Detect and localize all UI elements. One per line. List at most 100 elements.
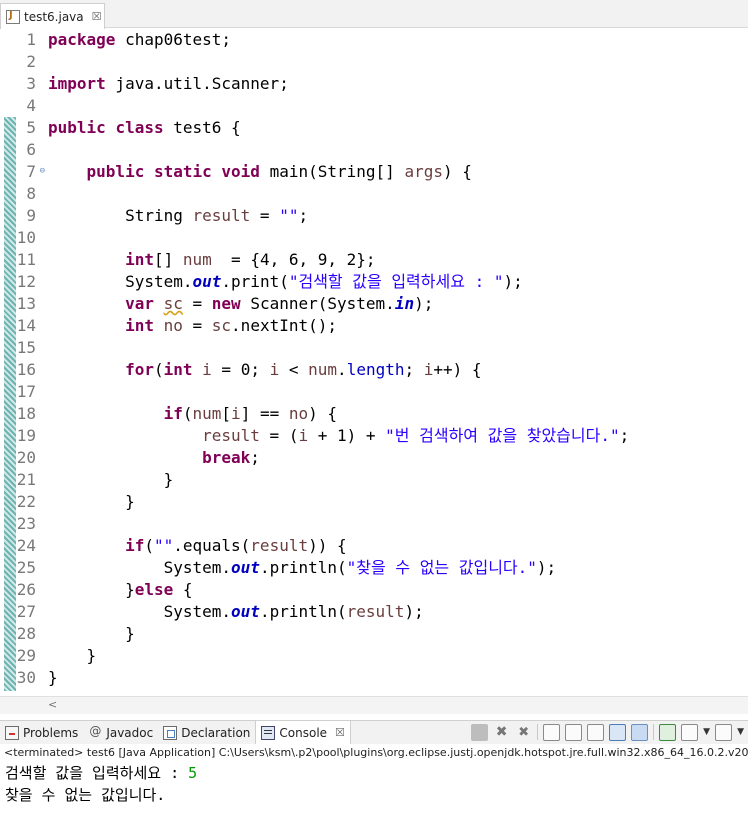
code-text[interactable] [36, 183, 48, 205]
tab-console[interactable]: Console ☒ [255, 720, 351, 745]
code-text[interactable] [36, 381, 48, 403]
chevron-down-icon[interactable]: ▼ [703, 727, 710, 737]
chevron-down-icon[interactable]: ▼ [737, 727, 744, 737]
code-text[interactable]: public class test6 { [36, 117, 241, 139]
remove-all-terminated-icon[interactable]: ✖ [515, 724, 532, 741]
code-line[interactable]: 22 } [0, 491, 629, 513]
code-text[interactable]: } [36, 623, 135, 645]
code-line[interactable]: 17 [0, 381, 629, 403]
code-text[interactable] [36, 337, 48, 359]
code-token: chap06test; [115, 30, 232, 49]
code-line[interactable]: 14 int no = sc.nextInt(); [0, 315, 629, 337]
code-line[interactable]: 24 if("".equals(result)) { [0, 535, 629, 557]
show-console-on-error-icon[interactable] [631, 723, 649, 741]
word-wrap-icon[interactable] [587, 723, 605, 741]
code-line[interactable]: 16 for(int i = 0; i < num.length; i++) { [0, 359, 629, 381]
code-text[interactable]: package chap06test; [36, 29, 231, 51]
code-line[interactable]: 9 String result = ""; [0, 205, 629, 227]
code-line[interactable]: 21 } [0, 469, 629, 491]
code-text[interactable]: public static void main(String[] args) { [36, 161, 472, 183]
code-line[interactable]: 13 var sc = new Scanner(System.in); [0, 293, 629, 315]
code-text[interactable]: for(int i = 0; i < num.length; i++) { [36, 359, 482, 381]
line-number: 25 [16, 558, 36, 577]
code-text[interactable]: } [36, 469, 174, 491]
code-text[interactable] [36, 51, 48, 73]
code-text[interactable]: if(num[i] == no) { [36, 403, 337, 425]
code-line[interactable]: 12 System.out.print("검색할 값을 입력하세요 : "); [0, 271, 629, 293]
pin-console-icon[interactable] [659, 723, 677, 741]
code-line[interactable]: 25 System.out.println("찾을 수 없는 값입니다."); [0, 557, 629, 579]
code-text[interactable]: var sc = new Scanner(System.in); [36, 293, 433, 315]
terminate-icon[interactable] [471, 723, 489, 741]
line-number: 8 [26, 184, 36, 203]
horizontal-scrollbar[interactable]: < [0, 696, 748, 714]
code-lines[interactable]: 1 package chap06test; 2 3 import java.util… [0, 29, 630, 689]
code-text[interactable] [36, 95, 48, 117]
code-text[interactable]: import java.util.Scanner; [36, 73, 289, 95]
code-line[interactable]: 11 int[] num = {4, 6, 9, 2}; [0, 249, 629, 271]
code-token: = ( [259, 426, 299, 445]
code-line[interactable]: 1 package chap06test; [0, 29, 629, 51]
code-text[interactable]: System.out.println("찾을 수 없는 값입니다."); [36, 557, 557, 579]
code-line[interactable]: 4 [0, 95, 629, 117]
code-line[interactable]: 26 }else { [0, 579, 629, 601]
code-text[interactable]: } [36, 667, 58, 689]
code-token: else [134, 580, 174, 599]
close-icon[interactable]: ☒ [92, 10, 102, 23]
code-line[interactable]: 2 [0, 51, 629, 73]
code-editor[interactable]: 1 package chap06test; 2 3 import java.util… [0, 29, 748, 696]
code-text[interactable] [36, 139, 48, 161]
scroll-left-icon[interactable]: < [48, 698, 57, 711]
close-icon[interactable]: ☒ [335, 726, 345, 739]
code-line[interactable]: 7 ⊖ public static void main(String[] args… [0, 161, 629, 183]
code-text[interactable]: System.out.print("검색할 값을 입력하세요 : "); [36, 271, 523, 293]
code-text[interactable]: } [36, 491, 135, 513]
console-output[interactable]: 검색할 값을 입력하세요 : 5 찾을 수 없는 값입니다. [0, 762, 748, 806]
code-line[interactable]: 3 import java.util.Scanner; [0, 73, 629, 95]
code-token: result [202, 426, 260, 445]
tab-declaration[interactable]: Declaration [158, 721, 255, 745]
code-line[interactable]: 19 result = (i + 1) + "번 검색하여 값을 찾았습니다."… [0, 425, 630, 447]
display-selected-console-icon[interactable] [681, 723, 699, 741]
code-text[interactable]: String result = ""; [36, 205, 308, 227]
code-line[interactable]: 27 System.out.println(result); [0, 601, 629, 623]
code-line[interactable]: 5 public class test6 { [0, 117, 629, 139]
open-console-icon[interactable] [715, 723, 733, 741]
code-token: } [48, 492, 135, 511]
code-line[interactable]: 10 [0, 227, 629, 249]
tab-javadoc[interactable]: Javadoc [83, 721, 158, 745]
tab-problems[interactable]: Problems [0, 721, 83, 745]
line-number: 5 [26, 118, 36, 137]
line-number: 26 [16, 580, 36, 599]
code-text[interactable] [36, 227, 48, 249]
code-text[interactable]: int no = sc.nextInt(); [36, 315, 337, 337]
code-line[interactable]: 20 break; [0, 447, 629, 469]
code-text[interactable]: int[] num = {4, 6, 9, 2}; [36, 249, 375, 271]
code-line[interactable]: 6 [0, 139, 629, 161]
code-text[interactable]: break; [36, 447, 260, 469]
code-token: i [231, 404, 241, 423]
scroll-lock-icon[interactable] [565, 723, 583, 741]
remove-launch-icon[interactable]: ✖ [493, 724, 510, 741]
clear-console-icon[interactable] [543, 723, 561, 741]
code-token: i [423, 360, 434, 379]
code-line[interactable]: 15 [0, 337, 629, 359]
code-line[interactable]: 29 } [0, 645, 629, 667]
code-line[interactable]: 30} [0, 667, 629, 689]
code-line[interactable]: 8 [0, 183, 629, 205]
code-token: package [48, 30, 116, 49]
code-text[interactable]: if("".equals(result)) { [36, 535, 347, 557]
code-line[interactable]: 28 } [0, 623, 629, 645]
editor-tab-test6-java[interactable]: test6.java ☒ [0, 3, 105, 29]
code-line[interactable]: 23 [0, 513, 629, 535]
code-text[interactable] [36, 513, 48, 535]
code-token: if [163, 404, 183, 423]
line-number: 28 [16, 624, 36, 643]
code-text[interactable]: System.out.println(result); [36, 601, 424, 623]
code-text[interactable]: }else { [36, 579, 192, 601]
code-line[interactable]: 18 if(num[i] == no) { [0, 403, 629, 425]
code-text[interactable]: result = (i + 1) + "번 검색하여 값을 찾았습니다."; [36, 425, 629, 447]
show-console-on-output-icon[interactable] [609, 723, 627, 741]
fold-collapse-icon[interactable]: ⊖ [40, 160, 45, 182]
code-text[interactable]: } [36, 645, 97, 667]
